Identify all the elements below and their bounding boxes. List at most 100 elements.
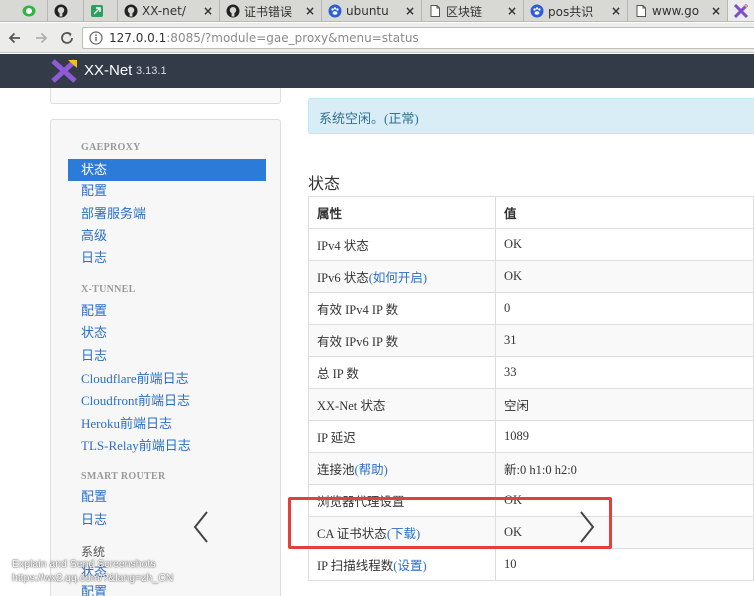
property-label: XX-Net 状态 [317, 399, 386, 413]
cell-property: 有效 IPv4 IP 数 [308, 292, 496, 325]
url-bar[interactable]: 127.0.0.1:8085/?module=gae_proxy&menu=st… [82, 27, 754, 49]
cell-value: 0 [495, 292, 754, 325]
table-row: 有效 IPv4 IP 数 0 [308, 292, 754, 325]
next-arrow-icon[interactable] [577, 510, 597, 544]
table-row: 连接池(帮助) 新:0 h1:0 h2:0 [308, 452, 754, 485]
property-label: 连接池 [317, 463, 355, 477]
cell-value: OK [495, 260, 754, 293]
sidebar-top-panel [50, 88, 281, 104]
browser-tab[interactable]: pos共识 × [524, 0, 628, 21]
property-label: IPv4 状态 [317, 239, 369, 253]
leaf-icon [90, 4, 104, 18]
sidebar-item-heroku-log[interactable]: Heroku前端日志 [81, 415, 172, 433]
cell-value: 10 [495, 548, 754, 581]
browser-tab[interactable]: 区块链 × [422, 0, 524, 21]
cell-value: OK [495, 228, 754, 261]
watermark-line: Explain and Send Screenshots [12, 558, 156, 570]
sidebar-item-gae-log[interactable]: 日志 [81, 249, 107, 267]
github-icon [124, 4, 138, 18]
close-icon[interactable]: × [199, 4, 213, 18]
browser-tab[interactable]: www.go × [628, 0, 728, 21]
property-help-link[interactable]: (如何开启) [369, 271, 427, 285]
app-name[interactable]: XX-Net [84, 62, 132, 79]
browser-tab-active[interactable] [728, 0, 754, 21]
sidebar-item-router-config[interactable]: 配置 [81, 488, 107, 506]
browser-toolbar: 127.0.0.1:8085/?module=gae_proxy&menu=st… [0, 23, 754, 53]
github-icon [226, 4, 240, 18]
url-host: 127.0.0.1 [109, 31, 167, 45]
cell-value: 1089 [495, 420, 754, 453]
paw-icon [530, 4, 544, 18]
property-label: 有效 IPv6 IP 数 [317, 335, 399, 349]
browser-tab[interactable]: 证书错误 × [220, 0, 322, 21]
close-icon[interactable]: × [401, 4, 415, 18]
cell-value: 空闲 [495, 388, 754, 421]
cell-property: IP 延迟 [308, 420, 496, 453]
sidebar-item-xtunnel-status[interactable]: 状态 [81, 324, 107, 342]
browser-tab-strip: XX-net/ × 证书错误 × ubuntu × 区块链 × pos共识 × [0, 0, 754, 22]
xx-net-icon [734, 4, 748, 18]
sidebar-item-cloudflare-log[interactable]: Cloudflare前端日志 [81, 370, 189, 388]
back-icon[interactable] [4, 27, 26, 49]
sidebar-item-gae-config[interactable]: 配置 [81, 182, 107, 200]
sidebar-item-gae-advanced[interactable]: 高级 [81, 227, 107, 245]
property-help-link[interactable]: (帮助) [355, 463, 388, 477]
property-label: 有效 IPv4 IP 数 [317, 303, 399, 317]
browser-tab[interactable] [16, 0, 48, 21]
table-header-row: 属性 值 [308, 196, 754, 229]
info-icon[interactable] [89, 31, 103, 45]
section-title: 状态 [308, 176, 341, 193]
document-icon [634, 4, 648, 18]
close-icon[interactable]: × [301, 4, 315, 18]
sidebar-item-gae-deploy[interactable]: 部署服务端 [81, 205, 146, 223]
previous-arrow-icon[interactable] [191, 510, 211, 544]
sidebar-item-tls-relay-log[interactable]: TLS-Relay前端日志 [81, 437, 191, 455]
screenshot-watermark: Explain and Send Screenshots https://wx2… [12, 557, 173, 585]
table-row: IPv4 状态 OK [308, 228, 754, 261]
table-row: IPv6 状态(如何开启) OK [308, 260, 754, 293]
property-label: IPv6 状态 [317, 271, 369, 285]
property-label: 总 IP 数 [317, 367, 359, 381]
property-help-link[interactable]: (设置) [393, 559, 426, 573]
browser-tab[interactable] [48, 0, 84, 21]
reload-icon[interactable] [56, 27, 78, 49]
property-label: IP 延迟 [317, 431, 356, 445]
table-row: XX-Net 状态 空闲 [308, 388, 754, 421]
cell-value: 33 [495, 356, 754, 389]
browser-tab[interactable]: XX-net/ × [118, 0, 220, 21]
table-row: IP 扫描线程数(设置) 10 [308, 548, 754, 581]
watermark-line: https://wx2.qq.com/?&lang=zh_CN [12, 572, 174, 584]
cell-property: IP 扫描线程数(设置) [308, 548, 496, 581]
sidebar-item-xtunnel-config[interactable]: 配置 [81, 302, 107, 320]
document-icon [428, 4, 442, 18]
column-header-value: 值 [495, 196, 754, 229]
sidebar: GAEPROXY 状态 配置 部署服务端 高级 日志 X-TUNNEL 配置 状… [50, 119, 281, 596]
cell-value: 新:0 h1:0 h2:0 [495, 452, 754, 485]
table-row: 总 IP 数 33 [308, 356, 754, 389]
tab-title: www.go [652, 4, 700, 18]
highlight-annotation-box [288, 497, 612, 549]
cell-property: 连接池(帮助) [308, 452, 496, 485]
sidebar-item-gae-status[interactable]: 状态 [68, 159, 266, 181]
table-row: 有效 IPv6 IP 数 31 [308, 324, 754, 357]
table-row: IP 延迟 1089 [308, 420, 754, 453]
close-icon[interactable]: × [607, 4, 621, 18]
close-icon[interactable]: × [503, 4, 517, 18]
app-version: 3.13.1 [136, 65, 167, 77]
tab-title: ubuntu [346, 4, 389, 18]
github-icon [54, 4, 68, 18]
browser-tab[interactable]: ubuntu × [322, 0, 422, 21]
browser-tab[interactable] [84, 0, 118, 21]
nav-header-smart-router: SMART ROUTER [81, 471, 166, 482]
sidebar-item-router-log[interactable]: 日志 [81, 511, 107, 529]
sidebar-item-cloudfront-log[interactable]: Cloudfront前端日志 [81, 392, 190, 410]
close-icon[interactable]: × [707, 4, 721, 18]
paw-icon [328, 4, 342, 18]
forward-icon[interactable] [30, 27, 52, 49]
whatsapp-icon [22, 4, 36, 18]
sidebar-item-xtunnel-log[interactable]: 日志 [81, 347, 107, 365]
cell-property: 有效 IPv6 IP 数 [308, 324, 496, 357]
property-label: IP 扫描线程数 [317, 559, 394, 573]
cell-property: IPv6 状态(如何开启) [308, 260, 496, 293]
xx-net-logo-icon[interactable] [50, 59, 78, 83]
